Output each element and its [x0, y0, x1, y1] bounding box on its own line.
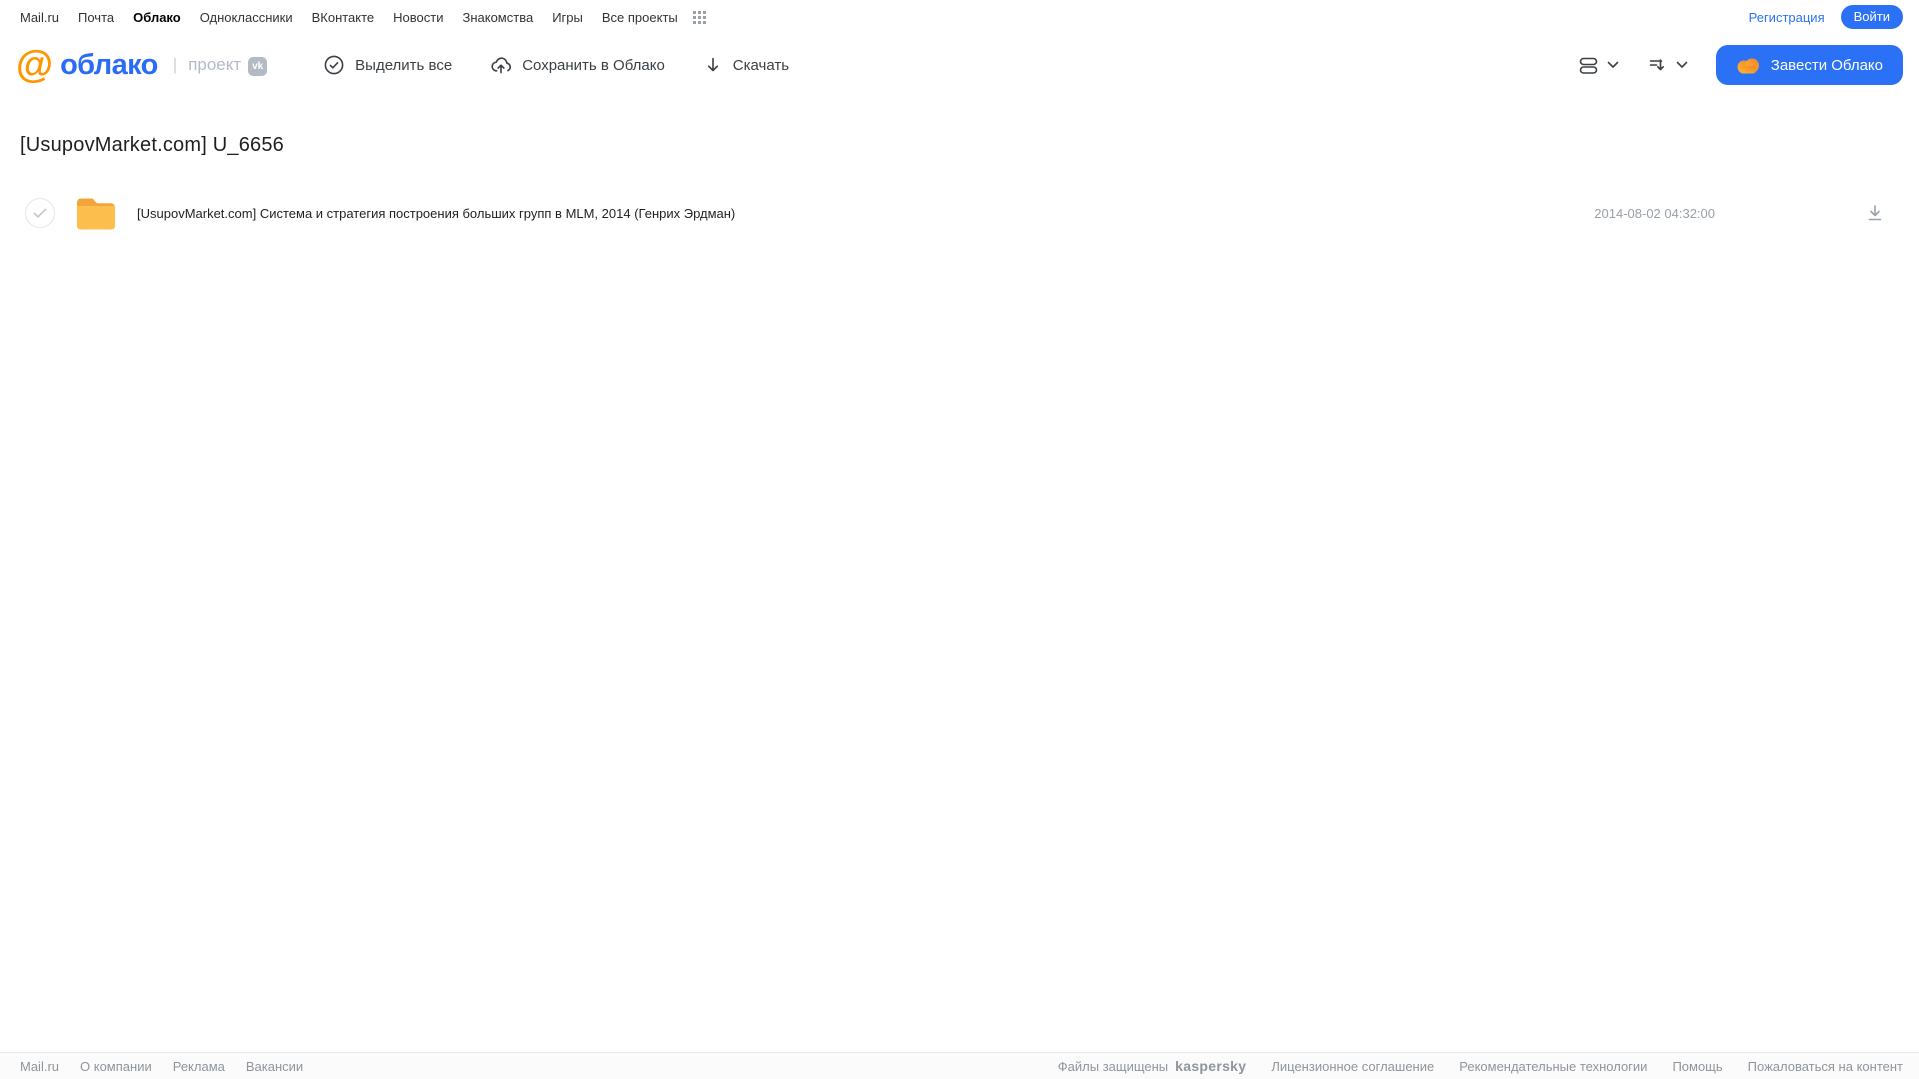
footer-link-recommendations[interactable]: Рекомендательные технологии [1459, 1059, 1647, 1074]
page-title: [UsupovMarket.com] U_6656 [20, 134, 285, 156]
file-actions-toolbar: Выделить все Сохранить в Облако Скачать [323, 54, 789, 76]
view-mode-dropdown[interactable] [1578, 55, 1619, 76]
kaspersky-logo[interactable]: kaspersky [1175, 1058, 1246, 1074]
folder-icon [75, 196, 117, 230]
chevron-down-icon [1676, 61, 1688, 69]
save-to-cloud-button[interactable]: Сохранить в Облако [490, 54, 665, 76]
logo-divider: | [172, 55, 178, 74]
topnav-item-vse-proekty[interactable]: Все проекты [602, 10, 678, 25]
footer-link-license[interactable]: Лицензионное соглашение [1271, 1059, 1434, 1074]
checkmark-icon [33, 208, 47, 218]
main-content: [UsupovMarket.com] U_6656 [UsupovMarket.… [0, 134, 1919, 235]
header: @ облако | проект vk Выделить все Сохран… [0, 32, 1919, 98]
topnav-links: Mail.ru Почта Облако Одноклассники ВКонт… [20, 10, 706, 25]
footer-link-company[interactable]: О компании [80, 1059, 152, 1074]
top-navigation: Mail.ru Почта Облако Одноклассники ВКонт… [0, 0, 1919, 32]
topnav-item-igry[interactable]: Игры [552, 10, 583, 25]
chevron-down-icon [1607, 61, 1619, 69]
topnav-auth: Регистрация Войти [1749, 5, 1903, 29]
all-projects-grid-icon[interactable] [692, 10, 706, 24]
row-checkbox[interactable] [25, 198, 55, 228]
kaspersky-protection: Файлы защищены kaspersky [1058, 1058, 1247, 1074]
footer-link-mailru[interactable]: Mail.ru [20, 1059, 59, 1074]
file-row[interactable]: [UsupovMarket.com] Система и стратегия п… [0, 191, 1919, 235]
topnav-item-novosti[interactable]: Новости [393, 10, 443, 25]
project-label: проект [188, 55, 242, 74]
cloud-upload-icon [490, 54, 512, 76]
select-all-button[interactable]: Выделить все [323, 54, 452, 76]
row-download-button[interactable] [1865, 203, 1885, 223]
topnav-item-vkontakte[interactable]: ВКонтакте [312, 10, 375, 25]
logo-text: облако [60, 48, 158, 81]
sort-dropdown[interactable] [1647, 55, 1688, 76]
download-button[interactable]: Скачать [703, 55, 789, 75]
view-list-icon [1578, 55, 1599, 76]
topnav-item-oblako[interactable]: Облако [133, 10, 181, 25]
orange-cloud-icon [1736, 56, 1760, 74]
footer-left-links: Mail.ru О компании Реклама Вакансии [20, 1059, 303, 1074]
footer: Mail.ru О компании Реклама Вакансии Файл… [0, 1052, 1919, 1079]
header-right-controls: Завести Облако [1578, 45, 1903, 85]
download-icon [1868, 205, 1882, 221]
mailru-at-icon: @ [16, 44, 54, 86]
footer-link-help[interactable]: Помощь [1672, 1059, 1722, 1074]
download-label: Скачать [732, 56, 790, 74]
cloud-logo[interactable]: @ облако | проект vk [16, 44, 268, 86]
get-cloud-label: Завести Облако [1770, 56, 1883, 74]
select-all-label: Выделить все [355, 56, 453, 74]
save-to-cloud-label: Сохранить в Облако [522, 56, 665, 74]
topnav-item-mailru[interactable]: Mail.ru [20, 10, 59, 25]
topnav-item-pochta[interactable]: Почта [78, 10, 114, 25]
get-cloud-button[interactable]: Завести Облако [1715, 45, 1903, 85]
protected-label: Файлы защищены [1057, 1058, 1169, 1074]
footer-link-vacancies[interactable]: Вакансии [246, 1059, 303, 1074]
footer-right-links: Файлы защищены kaspersky Лицензионное со… [1058, 1058, 1903, 1074]
login-button[interactable]: Войти [1840, 5, 1903, 29]
sort-icon [1647, 55, 1668, 76]
download-arrow-icon [703, 55, 723, 75]
vk-icon: vk [248, 56, 268, 76]
footer-link-advertising[interactable]: Реклама [173, 1059, 225, 1074]
topnav-item-znakomstva[interactable]: Знакомства [462, 10, 533, 25]
check-circle-icon [323, 54, 345, 76]
file-name[interactable]: [UsupovMarket.com] Система и стратегия п… [137, 206, 1594, 221]
topnav-item-odnoklassniki[interactable]: Одноклассники [200, 10, 293, 25]
file-date: 2014-08-02 04:32:00 [1594, 205, 1715, 221]
registration-link[interactable]: Регистрация [1749, 10, 1825, 25]
footer-link-report[interactable]: Пожаловаться на контент [1748, 1059, 1903, 1074]
